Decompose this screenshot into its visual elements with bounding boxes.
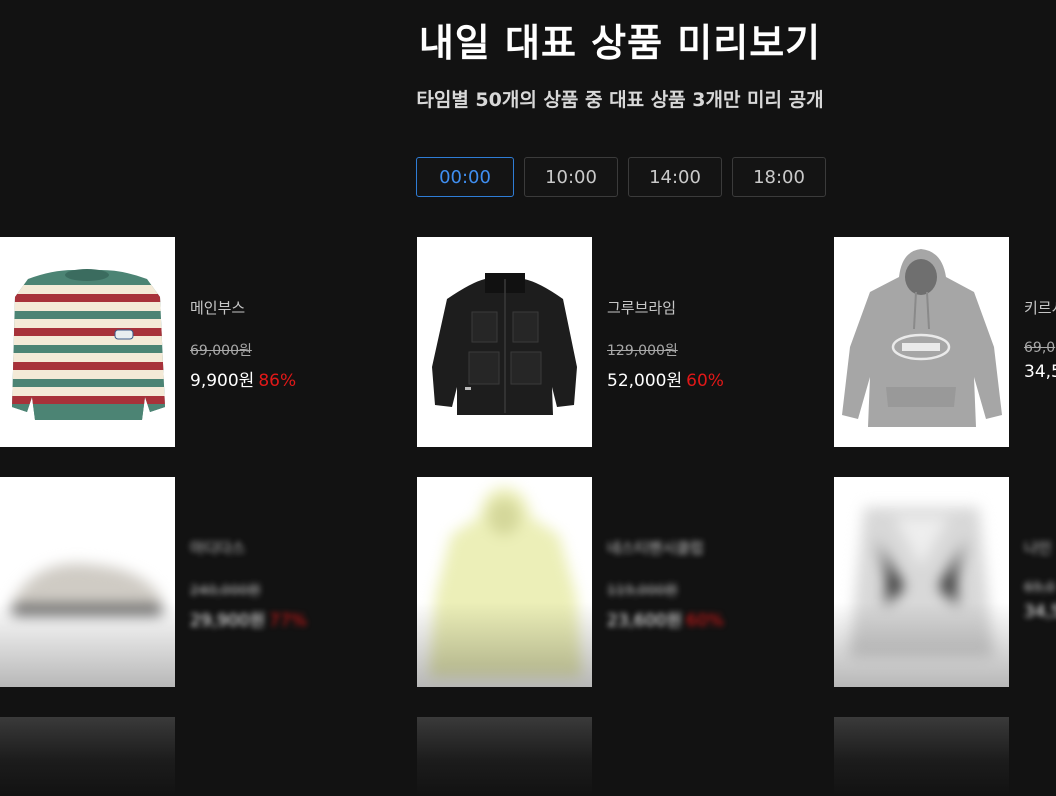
product-image-jacket[interactable]	[417, 237, 592, 447]
original-price: 69,0	[1024, 340, 1056, 356]
original-price: 240,000원	[190, 583, 261, 599]
sale-price: 34,5	[1024, 362, 1056, 382]
product-brand: 키르시	[1024, 299, 1056, 317]
hidden-product-placeholder	[834, 717, 1009, 796]
original-price: 119,000원	[607, 583, 678, 599]
time-tabs: 00:00 10:00 14:00 18:00	[416, 157, 826, 197]
product-card[interactable]: 그루브라임 129,000원 52,000원 60%	[417, 237, 817, 447]
original-price: 129,000원	[607, 343, 678, 359]
tab-0000[interactable]: 00:00	[416, 157, 514, 197]
page-subtitle: 타임별 50개의 상품 중 대표 상품 3개만 미리 공개	[416, 89, 824, 111]
product-card[interactable]: 나인 69,0 34,5	[834, 477, 1056, 687]
tab-1000[interactable]: 10:00	[524, 157, 618, 197]
product-brand: 메인부스	[190, 299, 246, 317]
product-image-hoodie[interactable]	[834, 237, 1009, 447]
product-brand: 그루브라임	[607, 299, 677, 317]
product-card[interactable]: 네스티팬시클럽 119,000원 23,600원 60%	[417, 477, 817, 687]
product-card[interactable]: 아디다스 240,000원 29,900원 77%	[0, 477, 400, 687]
product-card[interactable]: 키르시 69,0 34,5	[834, 237, 1056, 447]
original-price: 69,0	[1024, 580, 1056, 596]
hidden-product-placeholder	[417, 717, 592, 796]
product-card[interactable]: 메인부스 69,000원 9,900원 86%	[0, 237, 400, 447]
discount-rate: 60%	[686, 611, 724, 631]
page-title: 내일 대표 상품 미리보기	[418, 21, 822, 65]
product-image-sneaker[interactable]	[0, 477, 175, 687]
tab-1400[interactable]: 14:00	[628, 157, 722, 197]
sale-price: 29,900원	[190, 611, 266, 631]
sale-price: 34,5	[1024, 602, 1056, 622]
discount-rate: 60%	[686, 371, 724, 391]
product-brand: 나인	[1024, 539, 1052, 557]
hidden-product-placeholder	[0, 717, 175, 796]
product-image-sweater[interactable]	[0, 237, 175, 447]
original-price: 69,000원	[190, 343, 252, 359]
sale-price: 9,900원	[190, 371, 255, 391]
discount-rate: 77%	[269, 611, 307, 631]
product-brand: 아디다스	[190, 539, 246, 557]
product-brand: 네스티팬시클럽	[607, 539, 704, 557]
product-image-cardigan[interactable]	[834, 477, 1009, 687]
sale-price: 52,000원	[607, 371, 683, 391]
tab-1800[interactable]: 18:00	[732, 157, 826, 197]
discount-rate: 86%	[258, 371, 297, 391]
product-image-yellow-hoodie[interactable]	[417, 477, 592, 687]
sale-price: 23,600원	[607, 611, 683, 631]
